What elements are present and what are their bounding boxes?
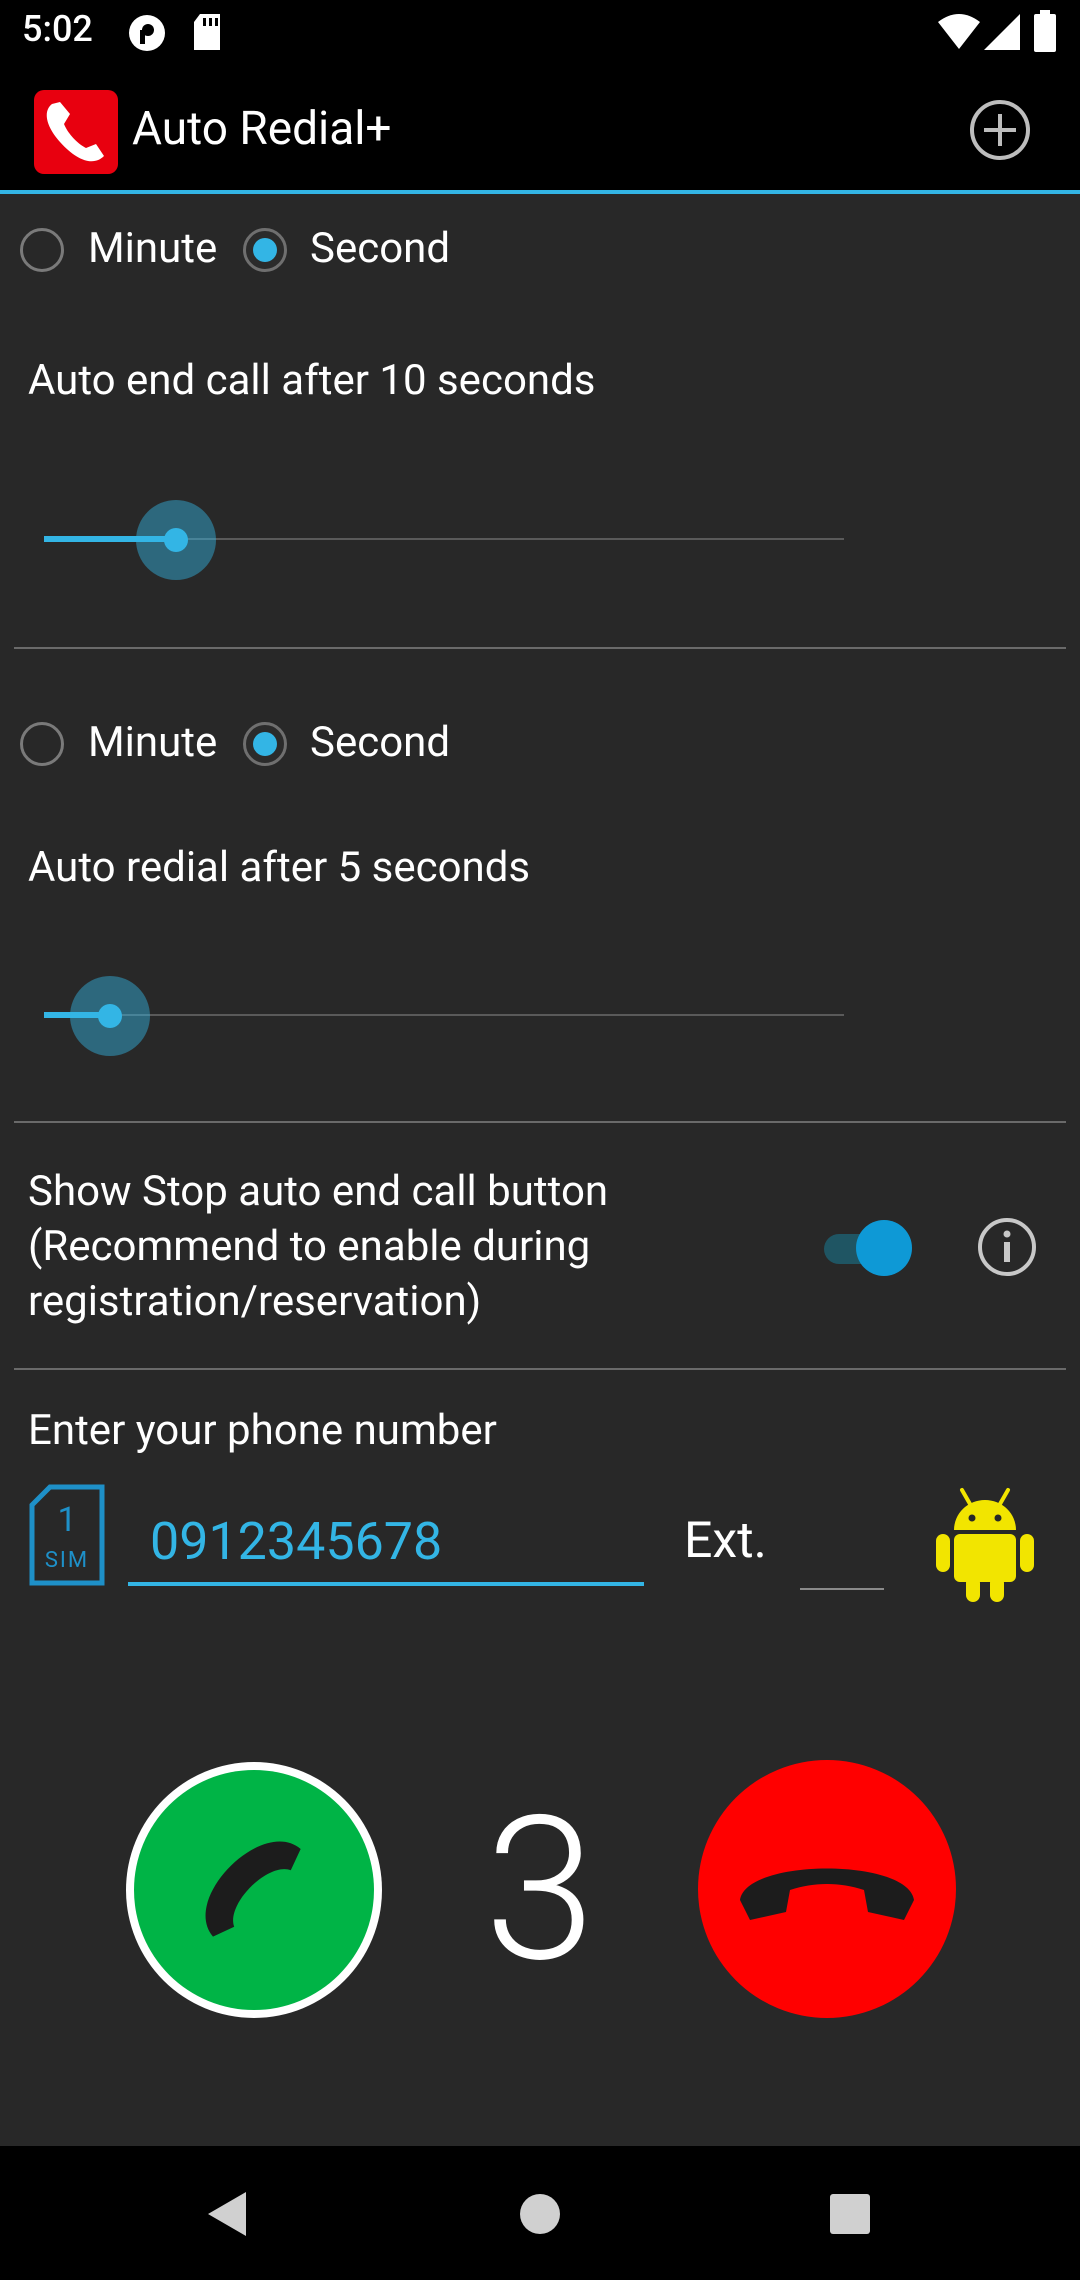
end-call-minute-radio[interactable] bbox=[20, 228, 64, 272]
extension-input[interactable] bbox=[800, 1508, 884, 1590]
notification-icon bbox=[129, 15, 165, 51]
wifi-icon bbox=[938, 14, 980, 49]
redial-counter: 3 bbox=[484, 1772, 596, 2007]
sim-number: 1 bbox=[57, 1500, 77, 1540]
app-bar-divider bbox=[0, 190, 1080, 194]
redial-slider-thumb[interactable] bbox=[98, 1004, 122, 1028]
cell-signal-icon bbox=[984, 14, 1020, 50]
phone-number-input[interactable] bbox=[128, 1500, 644, 1586]
stop-button-setting-line2: (Recommend to enable during bbox=[28, 1222, 591, 1271]
hang-up-icon bbox=[740, 1868, 914, 1920]
app-bar: Auto Redial+ bbox=[0, 66, 1080, 192]
divider bbox=[14, 647, 1066, 649]
redial-second-radio[interactable] bbox=[243, 722, 287, 766]
stop-button-setting-text: Show Stop auto end call button (Recommen… bbox=[28, 1164, 608, 1329]
end-call-button[interactable] bbox=[698, 1760, 956, 2018]
stop-button-setting-line1: Show Stop auto end call button bbox=[28, 1167, 609, 1216]
nav-bar bbox=[0, 2146, 1080, 2280]
home-icon[interactable] bbox=[500, 2174, 580, 2254]
status-time: 5:02 bbox=[22, 8, 93, 50]
redial-slider-track bbox=[44, 1014, 844, 1016]
redial-slider[interactable] bbox=[44, 976, 844, 1056]
divider bbox=[14, 1121, 1066, 1123]
redial-description: Auto redial after 5 seconds bbox=[28, 843, 531, 892]
info-icon[interactable] bbox=[976, 1216, 1038, 1278]
stop-button-setting-line3: registration/reservation) bbox=[28, 1277, 482, 1326]
end-call-description: Auto end call after 10 seconds bbox=[28, 356, 596, 405]
phone-icon bbox=[205, 1841, 301, 1937]
end-call-second-label[interactable]: Second bbox=[310, 224, 450, 273]
sim-card-icon[interactable]: 1 SIM bbox=[28, 1484, 106, 1586]
end-call-slider-thumb[interactable] bbox=[164, 528, 188, 552]
end-call-minute-label[interactable]: Minute bbox=[88, 224, 217, 273]
ext-label: Ext. bbox=[684, 1512, 767, 1570]
app-title: Auto Redial+ bbox=[132, 102, 392, 156]
back-icon[interactable] bbox=[186, 2174, 266, 2254]
recents-icon[interactable] bbox=[810, 2174, 890, 2254]
end-call-unit-group: Minute Second bbox=[0, 218, 600, 288]
redial-unit-group: Minute Second bbox=[0, 712, 600, 782]
sim-label: SIM bbox=[44, 1548, 90, 1573]
redial-minute-label[interactable]: Minute bbox=[88, 718, 217, 767]
toggle-knob bbox=[856, 1220, 912, 1276]
redial-second-label[interactable]: Second bbox=[310, 718, 450, 767]
end-call-second-radio[interactable] bbox=[243, 228, 287, 272]
status-bar: 5:02 bbox=[0, 0, 1080, 66]
app-phone-icon bbox=[34, 90, 118, 174]
android-icon[interactable] bbox=[932, 1484, 1038, 1604]
call-button-inner bbox=[134, 1770, 374, 2010]
phone-label: Enter your phone number bbox=[28, 1406, 497, 1455]
sd-card-icon bbox=[194, 14, 220, 50]
call-button[interactable] bbox=[126, 1762, 382, 2018]
redial-minute-radio[interactable] bbox=[20, 722, 64, 766]
end-call-slider[interactable] bbox=[44, 500, 844, 580]
add-circle-icon[interactable] bbox=[968, 98, 1032, 162]
divider bbox=[14, 1368, 1066, 1370]
stop-button-toggle[interactable] bbox=[820, 1218, 916, 1278]
battery-icon bbox=[1034, 10, 1056, 52]
